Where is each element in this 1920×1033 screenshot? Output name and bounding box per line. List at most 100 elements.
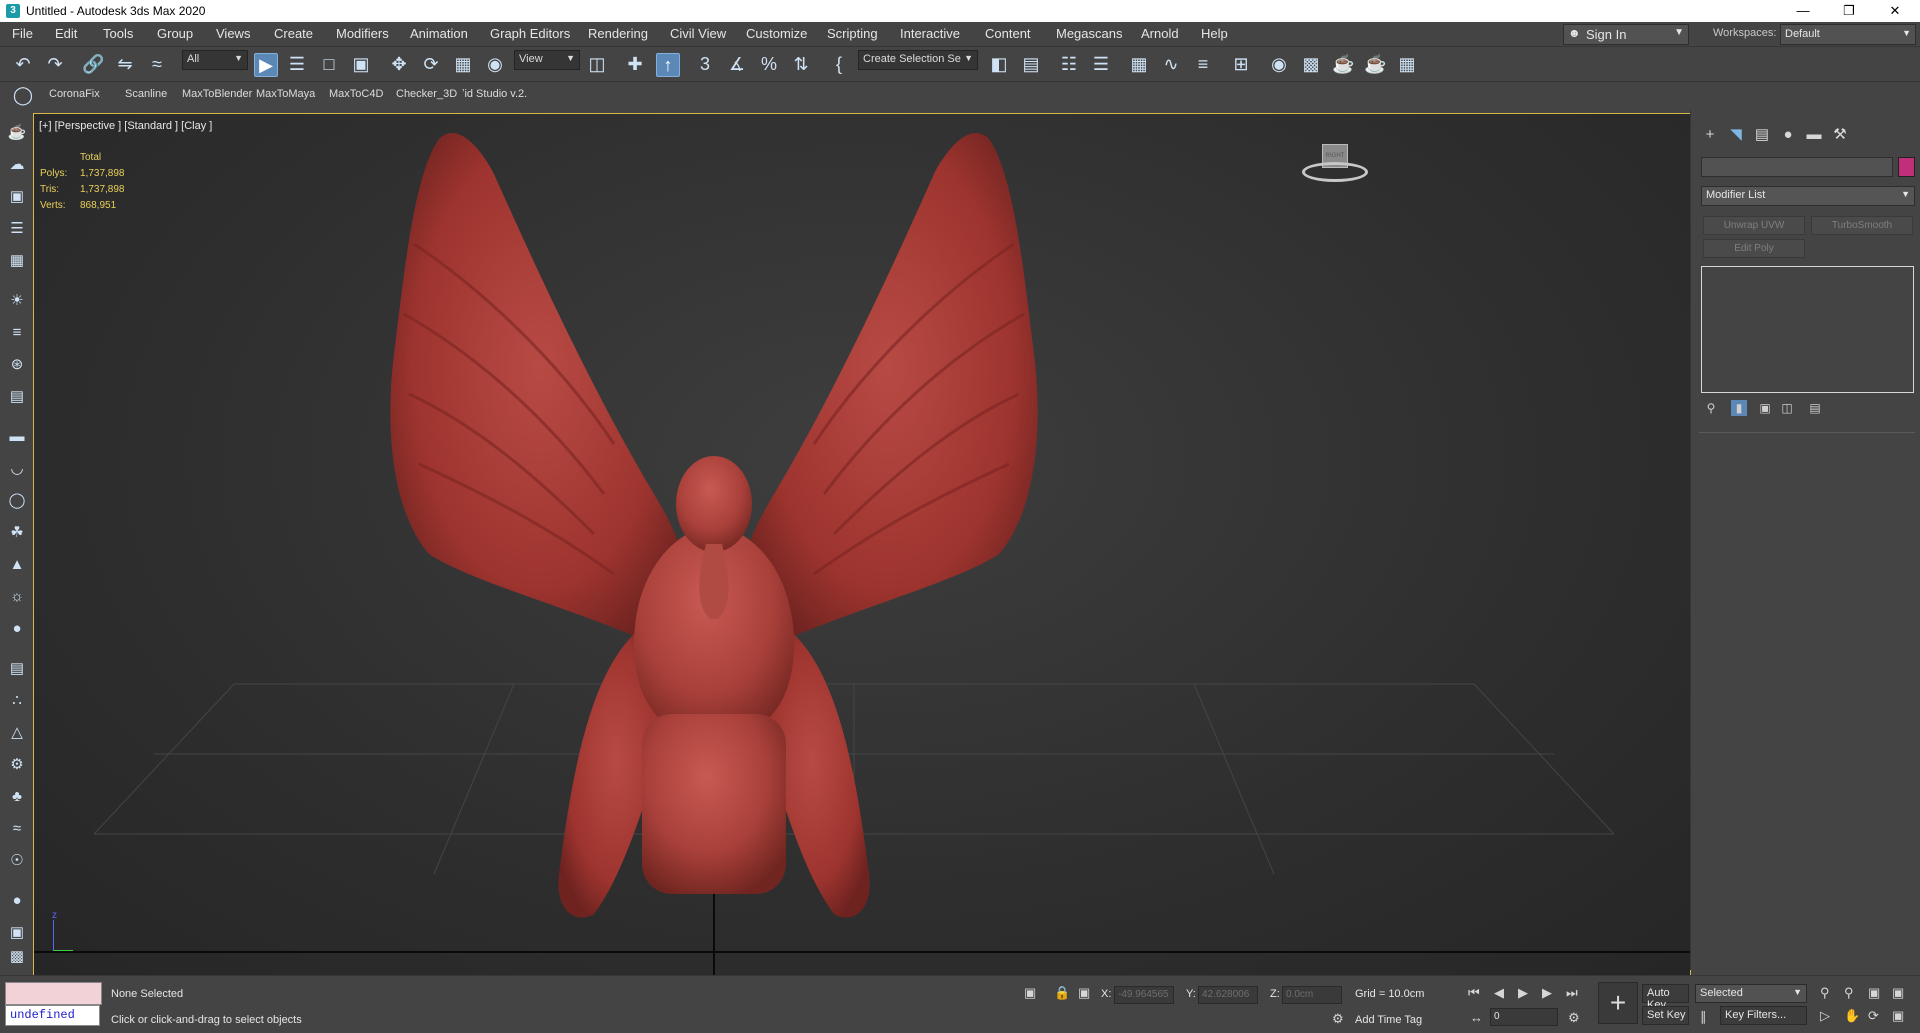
named-selection-dropdown[interactable]: Create Selection Se ▼ — [858, 50, 978, 70]
mirror-icon[interactable]: ◧ — [988, 53, 1010, 75]
link-icon[interactable]: 🔗 — [82, 53, 104, 75]
viewcube-ring-icon[interactable] — [1302, 162, 1368, 182]
grass-icon[interactable]: ▤ — [6, 658, 28, 680]
window-crossing-icon[interactable]: ▣ — [350, 53, 372, 75]
sliders-icon[interactable]: ≡ — [6, 322, 28, 344]
menu-interactive[interactable]: Interactive — [900, 26, 960, 41]
add-time-tag[interactable]: Add Time Tag — [1355, 1014, 1422, 1026]
key-filters-button[interactable]: Key Filters... — [1720, 1006, 1807, 1025]
remove-modifier-icon[interactable]: ◫ — [1779, 400, 1795, 416]
menu-create[interactable]: Create — [274, 26, 313, 41]
maxscript-listener-input[interactable] — [5, 982, 102, 1005]
isolate-icon[interactable]: ▣ — [1024, 985, 1036, 1001]
ribbon-icon[interactable]: ▦ — [1128, 53, 1150, 75]
go-to-start-icon[interactable]: ⏮ — [1468, 985, 1480, 1001]
lock-icon[interactable]: 🔒 — [1054, 985, 1070, 1001]
auto-key-button[interactable]: Auto Key — [1642, 984, 1689, 1011]
set-key-mode-button[interactable]: Set Key — [1642, 1006, 1689, 1025]
pan-icon[interactable]: ✋ — [1844, 1008, 1860, 1024]
percent-snap-icon[interactable]: % — [758, 53, 780, 75]
plant-icon[interactable]: ♣ — [6, 786, 28, 808]
create-tab-icon[interactable]: + — [1699, 124, 1721, 146]
select-manipulate-icon[interactable]: ✚ — [624, 53, 646, 75]
select-by-name-icon[interactable]: ☰ — [286, 53, 308, 75]
key-selection-dropdown[interactable]: Selected ▼ — [1695, 984, 1807, 1003]
modifier-stack[interactable] — [1701, 266, 1914, 393]
pivot-center-icon[interactable]: ◫ — [586, 53, 608, 75]
key-mode-icon[interactable]: ↔ — [1470, 1010, 1483, 1025]
menu-edit[interactable]: Edit — [55, 26, 77, 41]
menu-file[interactable]: File — [12, 26, 33, 41]
snaps-toggle-icon[interactable]: 3 — [694, 53, 716, 75]
z-coordinate-field[interactable]: 0.0cm — [1282, 986, 1342, 1004]
play-icon[interactable]: ▶ — [1518, 985, 1528, 1001]
viewcube[interactable]: RIGHT — [1302, 136, 1368, 186]
hierarchy-tab-icon[interactable]: ▤ — [1751, 124, 1773, 146]
menu-tools[interactable]: Tools — [103, 26, 133, 41]
perspective-viewport[interactable]: [+] [Perspective ] [Standard ] [Clay ] T… — [33, 113, 1691, 977]
time-tag-icon[interactable]: ⚙ — [1332, 1011, 1344, 1027]
scale-icon[interactable]: ▦ — [452, 53, 474, 75]
default-in-out-icon[interactable]: ∥ — [1700, 1009, 1707, 1025]
render-frame-icon[interactable]: ☕ — [1332, 53, 1354, 75]
hair-icon[interactable]: ≈ — [6, 818, 28, 840]
cloud-icon[interactable]: ☁ — [6, 154, 28, 176]
list-icon[interactable]: ☰ — [6, 218, 28, 240]
object-name-field[interactable] — [1701, 157, 1893, 177]
tb2-coronafix[interactable]: CoronaFix — [49, 88, 100, 100]
orbit-icon[interactable]: ⟳ — [1868, 1008, 1879, 1024]
next-frame-icon[interactable]: ▶ — [1542, 985, 1552, 1001]
motion-tab-icon[interactable]: ● — [1777, 124, 1799, 146]
scene-explorer-icon[interactable]: ☷ — [1058, 53, 1080, 75]
edit-named-selection-icon[interactable]: { — [828, 53, 850, 75]
tb2-maxtoblender[interactable]: MaxToBlender — [182, 88, 252, 100]
time-config-icon[interactable]: ⚙ — [1568, 1010, 1580, 1026]
shell-icon[interactable]: ☉ — [6, 850, 28, 872]
tb2-scanline[interactable]: Scanline — [125, 88, 167, 100]
render-online-icon[interactable]: ▦ — [1396, 53, 1418, 75]
rotate-icon[interactable]: ⟳ — [420, 53, 442, 75]
schematic-view-icon[interactable]: ⊞ — [1230, 53, 1252, 75]
hemisphere-icon[interactable]: ◡ — [6, 458, 28, 480]
select-object-icon[interactable]: ▶ — [254, 53, 278, 77]
unlink-icon[interactable]: ⇋ — [114, 53, 136, 75]
undo-icon[interactable]: ↶ — [12, 53, 34, 75]
plane-icon[interactable]: ▬ — [6, 426, 28, 448]
maxscript-output[interactable]: undefined — [5, 1005, 100, 1026]
light-bulb-icon[interactable]: ☀ — [6, 290, 28, 312]
modifier-list-dropdown[interactable]: Modifier List ▼ — [1701, 186, 1915, 206]
sun-icon[interactable]: ☼ — [6, 586, 28, 608]
keyboard-shortcut-override-icon[interactable]: ↑ — [656, 53, 680, 77]
previous-frame-icon[interactable]: ◀ — [1494, 985, 1504, 1001]
tb2-maxtoc4d[interactable]: MaxToC4D — [329, 88, 383, 100]
camera-icon[interactable]: ▤ — [6, 386, 28, 408]
align-icon[interactable]: ▤ — [1020, 53, 1042, 75]
curve-editor-icon[interactable]: ∿ — [1160, 53, 1182, 75]
lamp-icon[interactable]: ☘ — [6, 522, 28, 544]
absolute-mode-icon[interactable]: ▣ — [1078, 985, 1090, 1001]
selection-filter-dropdown[interactable]: All ▼ — [182, 50, 248, 70]
configure-sets-icon[interactable]: ▤ — [1807, 400, 1823, 416]
grid-icon[interactable]: ▦ — [6, 250, 28, 272]
render-production-icon[interactable]: ☕ — [1364, 53, 1386, 75]
disc-icon[interactable]: ● — [6, 618, 28, 640]
zoom-extents-all-icon[interactable]: ▣ — [1892, 985, 1904, 1001]
ref-coord-dropdown[interactable]: View ▼ — [514, 50, 580, 70]
menu-graph-editors[interactable]: Graph Editors — [490, 26, 570, 41]
edit-poly-button[interactable]: Edit Poly — [1703, 239, 1805, 258]
x-coordinate-field[interactable]: -49.964565 — [1114, 986, 1174, 1004]
workspace-dropdown[interactable]: Default ▼ — [1780, 24, 1916, 45]
menu-content[interactable]: Content — [985, 26, 1031, 41]
material-sphere-icon[interactable]: ● — [6, 890, 28, 912]
rect-selection-icon[interactable]: □ — [318, 53, 340, 75]
display-tab-icon[interactable]: ▬ — [1803, 124, 1825, 146]
zoom-all-icon[interactable]: ⚲ — [1844, 985, 1854, 1001]
set-key-button[interactable]: + — [1598, 982, 1638, 1024]
gear-icon[interactable]: ⚙ — [6, 754, 28, 776]
pyramid-icon[interactable]: △ — [6, 722, 28, 744]
restore-icon[interactable]: ❐ — [1826, 0, 1872, 22]
sign-in-dropdown[interactable]: ☻ Sign In ▼ — [1563, 24, 1689, 45]
move-icon[interactable]: ✥ — [388, 53, 410, 75]
menu-megascans[interactable]: Megascans — [1056, 26, 1122, 41]
field-of-view-icon[interactable]: ▷ — [1820, 1008, 1830, 1024]
